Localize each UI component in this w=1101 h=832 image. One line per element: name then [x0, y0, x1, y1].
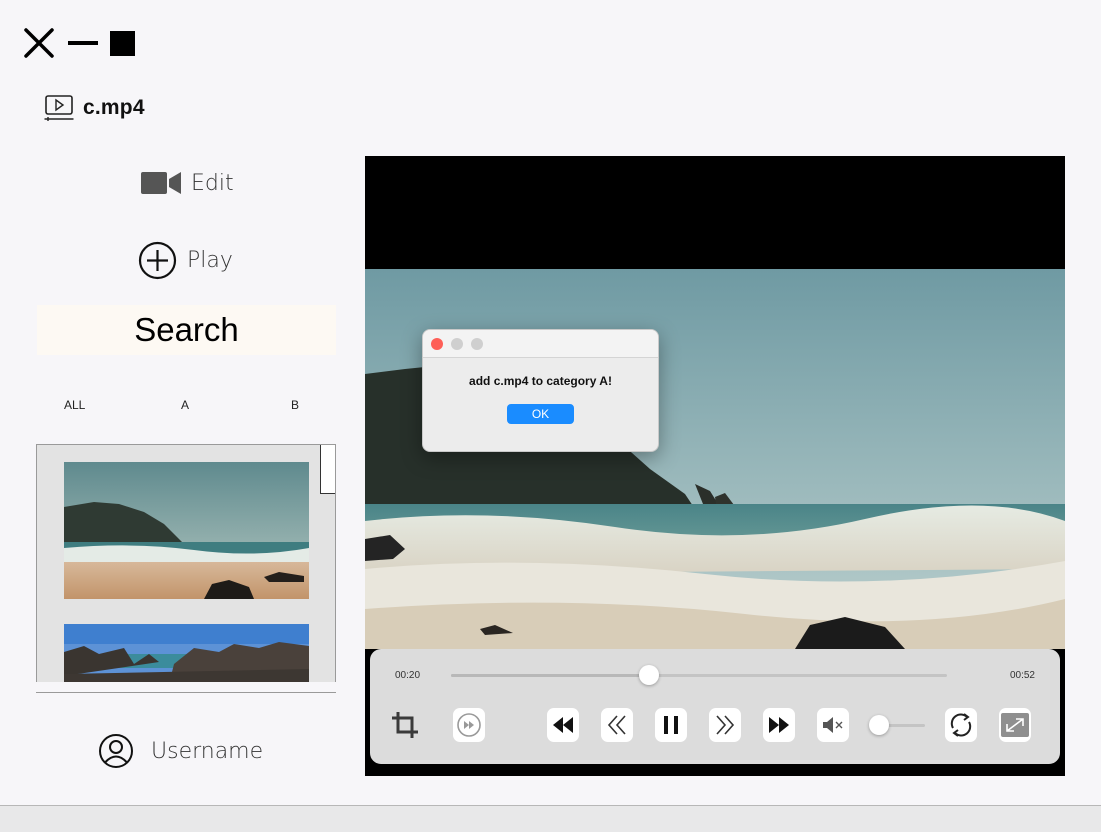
edit-label: Edit: [191, 170, 234, 196]
player-controls: 00:20 00:52: [370, 649, 1060, 764]
fast-forward-circle-icon: [457, 713, 481, 737]
volume-knob[interactable]: [869, 715, 889, 735]
edit-button[interactable]: Edit: [141, 170, 234, 196]
filter-tab-all[interactable]: ALL: [64, 398, 85, 412]
total-time: 00:52: [1009, 670, 1035, 681]
fast-forward-button[interactable]: [763, 708, 795, 742]
filter-tab-a[interactable]: A: [181, 398, 189, 412]
plus-circle-icon: [138, 241, 177, 280]
volume-slider[interactable]: [869, 715, 925, 735]
play-label: Play: [187, 248, 233, 273]
fullscreen-button[interactable]: [999, 708, 1031, 742]
filter-tab-b[interactable]: B: [291, 398, 299, 412]
window-controls: [22, 26, 135, 60]
dialog-minimize-button[interactable]: [451, 337, 463, 350]
file-title: c.mp4: [83, 96, 145, 119]
close-icon[interactable]: [22, 26, 56, 60]
dialog-zoom-button[interactable]: [471, 337, 483, 350]
dialog-titlebar: [423, 330, 658, 358]
video-frame: [365, 269, 1065, 649]
alert-dialog: add c.mp4 to category A! OK: [422, 329, 659, 452]
status-strip: [0, 805, 1101, 832]
loop-button[interactable]: [945, 708, 977, 742]
maximize-icon[interactable]: [110, 30, 135, 56]
file-title-row: c.mp4: [44, 94, 145, 122]
play-button[interactable]: Play: [138, 241, 233, 280]
crop-button[interactable]: [389, 708, 421, 742]
pause-icon: [664, 716, 678, 734]
list-scrollbar[interactable]: [320, 445, 335, 494]
video-file-icon: [44, 95, 74, 121]
expand-icon: [1001, 713, 1029, 737]
step-forward-button[interactable]: [709, 708, 741, 742]
dialog-ok-button[interactable]: OK: [507, 404, 574, 424]
dialog-close-button[interactable]: [431, 337, 443, 350]
video-thumbnail[interactable]: [64, 462, 309, 599]
rewind-icon: [553, 717, 573, 733]
user-icon: [99, 734, 133, 768]
step-back-button[interactable]: [601, 708, 633, 742]
current-time: 00:20: [395, 670, 421, 681]
minimize-icon[interactable]: [68, 39, 98, 47]
fast-forward-icon: [769, 717, 789, 733]
sidebar-divider: [36, 692, 336, 693]
video-list[interactable]: [36, 444, 336, 682]
seek-progress: [451, 674, 650, 677]
seek-bar[interactable]: [451, 665, 947, 685]
chevrons-right-icon: [716, 715, 735, 735]
chevrons-left-icon: [607, 715, 626, 735]
user-button[interactable]: Username: [98, 733, 263, 769]
video-camera-icon: [141, 172, 181, 194]
rewind-button[interactable]: [547, 708, 579, 742]
dialog-message: add c.mp4 to category A!: [469, 374, 612, 388]
mute-button[interactable]: [817, 708, 849, 742]
speaker-muted-icon: [823, 717, 843, 733]
video-thumbnail[interactable]: [64, 624, 309, 682]
search-button[interactable]: Search: [37, 305, 336, 355]
crop-icon: [392, 712, 418, 738]
pause-button[interactable]: [655, 708, 687, 742]
seek-knob[interactable]: [639, 665, 660, 685]
username-label: Username: [151, 738, 264, 764]
loop-icon: [950, 713, 972, 737]
playback-speed-button[interactable]: [453, 708, 485, 742]
